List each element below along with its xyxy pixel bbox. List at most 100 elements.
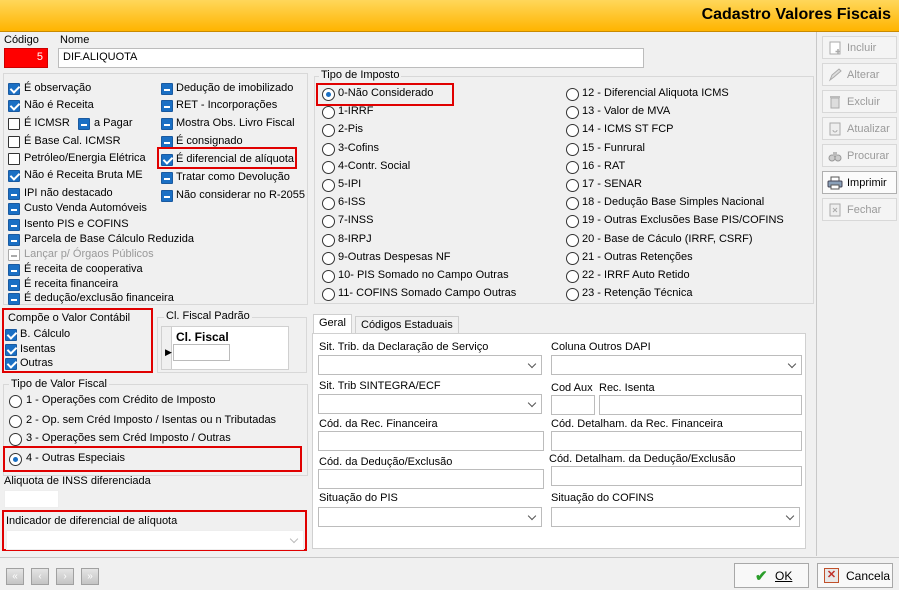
procurar-button[interactable]: Procurar bbox=[822, 144, 897, 167]
add-doc-icon bbox=[827, 40, 843, 56]
radio-9-outras-despesas-nf[interactable] bbox=[322, 251, 335, 265]
radio-16-rat[interactable] bbox=[566, 160, 579, 174]
radio-20-base-de-caculo-irrf-csrf[interactable] bbox=[566, 233, 579, 247]
incluir-button[interactable]: Incluir bbox=[822, 36, 897, 59]
cl-fiscal-title: Cl. Fiscal Padrão bbox=[164, 310, 252, 322]
checkbox-label: Dedução de imobilizado bbox=[176, 82, 294, 94]
aliquota-inss-label: Aliquota de INSS diferenciada bbox=[4, 475, 151, 487]
checkbox-nao-e-receita-bruta-me[interactable] bbox=[8, 170, 20, 182]
nome-label: Nome bbox=[60, 34, 90, 46]
highlight-diferencial bbox=[157, 147, 297, 169]
sit-trib-sintegra-select[interactable] bbox=[318, 394, 542, 414]
cl-fiscal-cell[interactable] bbox=[173, 344, 230, 361]
radio-5-ipi[interactable] bbox=[322, 179, 335, 192]
radio-label: 2 - Op. sem Créd Imposto / Isentas ou n … bbox=[26, 414, 277, 426]
radio-10-pis-somado-no-campo-outras[interactable] bbox=[322, 270, 335, 283]
checkbox-nao-e-receita[interactable] bbox=[8, 100, 20, 112]
radio-21-outras-retencoes[interactable] bbox=[566, 251, 579, 265]
excluir-label: Excluir bbox=[847, 96, 881, 108]
checkbox-parcela-de-base-calculo-reduzida[interactable] bbox=[8, 234, 20, 246]
chevron-down-icon bbox=[289, 534, 299, 544]
tab-codigos-estaduais[interactable]: Códigos Estaduais bbox=[355, 316, 459, 334]
nome-input[interactable]: DIF.ALIQUOTA bbox=[58, 48, 644, 68]
checkbox-e-deducao-exclusao-financeira[interactable] bbox=[8, 293, 20, 305]
coluna-dapi-select[interactable] bbox=[551, 355, 802, 375]
coluna-dapi-label: Coluna Outros DAPI bbox=[551, 341, 651, 353]
checkbox-ipi-nao-destacado[interactable] bbox=[8, 188, 20, 200]
checkbox-e-receita-de-cooperativa[interactable] bbox=[8, 264, 20, 276]
checkbox-mostra-obs-livro-fiscal[interactable] bbox=[161, 118, 173, 130]
radio-label: 11- COFINS Somado Campo Outras bbox=[338, 287, 517, 300]
cancel-button[interactable]: ✕ Cancela bbox=[817, 563, 893, 588]
radio-label: 20 - Base de Cáculo (IRRF, CSRF) bbox=[582, 232, 753, 245]
radio-label: 12 - Diferencial Aliquota ICMS bbox=[582, 87, 729, 99]
tab-geral[interactable]: Geral bbox=[313, 314, 352, 334]
checkbox-e-base-cal-icmsr[interactable] bbox=[8, 136, 20, 148]
delete-icon bbox=[827, 94, 843, 110]
radio-12-diferencial-aliquota-icms[interactable] bbox=[566, 88, 579, 101]
imprimir-button[interactable]: Imprimir bbox=[822, 171, 897, 194]
checkbox-e-receita-financeira[interactable] bbox=[8, 279, 20, 291]
cod-det-deducao-input[interactable] bbox=[551, 466, 802, 486]
radio-1-operacoes-com-credito-de-imposto[interactable] bbox=[9, 395, 22, 408]
cod-det-rec-fin-label: Cód. Detalham. da Rec. Financeira bbox=[551, 418, 723, 430]
radio-15-funrural[interactable] bbox=[566, 142, 579, 156]
previous-record-button[interactable]: ‹ bbox=[31, 568, 49, 585]
radio-17-senar[interactable] bbox=[566, 179, 579, 192]
chevron-down-icon bbox=[527, 511, 537, 521]
checkbox-label: Outras bbox=[20, 357, 54, 369]
checkbox-e-observacao[interactable] bbox=[8, 83, 20, 95]
a-pagar-checkbox[interactable] bbox=[78, 118, 90, 130]
cod-deducao-input[interactable] bbox=[318, 469, 544, 489]
radio-label: 4-Contr. Social bbox=[338, 159, 411, 172]
radio-label: 8-IRPJ bbox=[338, 232, 372, 245]
excluir-button[interactable]: Excluir bbox=[822, 90, 897, 113]
fechar-button[interactable]: Fechar bbox=[822, 198, 897, 221]
cod-rec-fin-input[interactable] bbox=[318, 431, 544, 451]
next-record-button[interactable]: › bbox=[56, 568, 74, 585]
chevron-down-icon bbox=[785, 511, 795, 521]
cod-aux-input[interactable] bbox=[551, 395, 595, 415]
sit-trib-servico-select[interactable] bbox=[318, 355, 542, 375]
checkbox-ret-incorporacoes[interactable] bbox=[161, 100, 173, 112]
atualizar-button[interactable]: Atualizar bbox=[822, 117, 897, 140]
radio-label: 9-Outras Despesas NF bbox=[338, 250, 451, 263]
radio-22-irrf-auto-retido[interactable] bbox=[566, 270, 579, 283]
radio-4-contr-social[interactable] bbox=[322, 160, 335, 174]
indicador-select[interactable] bbox=[6, 530, 304, 550]
codigo-input[interactable]: 5 bbox=[4, 48, 48, 68]
cod-det-rec-fin-input[interactable] bbox=[551, 431, 802, 451]
checkbox-tratar-como-devolucao[interactable] bbox=[161, 172, 173, 184]
radio-8-irpj[interactable] bbox=[322, 233, 335, 247]
checkbox-label: RET - Incorporações bbox=[176, 99, 278, 111]
radio-label: 7-INSS bbox=[338, 214, 374, 227]
radio-label: 13 - Valor de MVA bbox=[582, 105, 671, 118]
last-record-button[interactable]: » bbox=[81, 568, 99, 585]
sit-cofins-select[interactable] bbox=[551, 507, 800, 527]
aliquota-inss-input[interactable] bbox=[4, 490, 59, 508]
alterar-button[interactable]: Alterar bbox=[822, 63, 897, 86]
checkbox-isentas[interactable] bbox=[5, 343, 17, 356]
alterar-label: Alterar bbox=[847, 69, 880, 81]
checkbox-label: Não é Receita bbox=[24, 99, 94, 111]
checkbox-outras[interactable] bbox=[5, 358, 17, 370]
checkbox-lancar-p-orgaos-publicos[interactable] bbox=[8, 249, 20, 261]
radio-3-cofins[interactable] bbox=[322, 142, 335, 156]
checkbox-petroleo-energia-eletrica[interactable] bbox=[8, 153, 20, 165]
sit-pis-label: Situação do PIS bbox=[319, 492, 398, 504]
imprimir-label: Imprimir bbox=[847, 177, 887, 189]
checkbox-nao-considerar-no-r-2055[interactable] bbox=[161, 190, 173, 202]
radio-3-operacoes-sem-cred-imposto-outras[interactable] bbox=[9, 433, 22, 446]
rec-isenta-input[interactable] bbox=[599, 395, 802, 415]
checkbox-deducao-de-imobilizado[interactable] bbox=[161, 83, 173, 95]
checkbox-custo-venda-automoveis[interactable] bbox=[8, 203, 20, 215]
radio-2-op-sem-cred-imposto-isentas-ou-n-tributadas[interactable] bbox=[9, 415, 22, 428]
tipo-imposto-title: Tipo de Imposto bbox=[319, 69, 402, 81]
first-record-button[interactable]: « bbox=[6, 568, 24, 585]
checkbox-e-icmsr[interactable] bbox=[8, 118, 20, 130]
sit-pis-select[interactable] bbox=[318, 507, 542, 527]
checkbox-isento-pis-e-cofins[interactable] bbox=[8, 219, 20, 231]
cl-fiscal-grid[interactable]: ▶ Cl. Fiscal bbox=[161, 326, 289, 370]
checkbox-b-calculo[interactable] bbox=[5, 329, 17, 341]
ok-button[interactable]: ✔ OK bbox=[734, 563, 809, 588]
